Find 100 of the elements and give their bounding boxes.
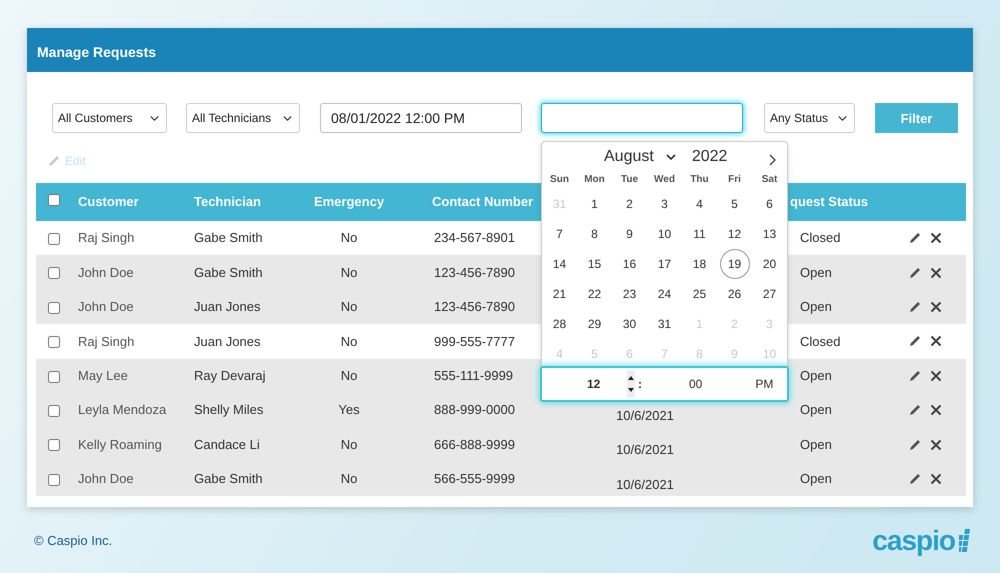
pencil-icon[interactable]: [908, 266, 922, 280]
calendar-day[interactable]: 29: [580, 309, 610, 339]
table-cell: Juan Jones: [194, 334, 260, 349]
select-all-checkbox[interactable]: [48, 194, 60, 206]
column-header: quest Status: [790, 194, 868, 210]
close-icon[interactable]: [930, 335, 942, 348]
weekday-label: Sun: [549, 173, 570, 187]
calendar-day[interactable]: 6: [754, 189, 784, 219]
pencil-icon[interactable]: [908, 368, 922, 383]
weekday-label: Tue: [620, 173, 640, 187]
calendar-day[interactable]: 13: [754, 219, 784, 249]
calendar-day[interactable]: 11: [684, 219, 714, 249]
calendar-day[interactable]: 27: [754, 279, 784, 309]
table-cell: Open: [800, 264, 832, 280]
minute-field[interactable]: 00: [689, 375, 702, 393]
calendar-day[interactable]: 20: [754, 249, 784, 279]
time-separator: :: [638, 376, 642, 393]
caret-icon[interactable]: [666, 153, 676, 161]
calendar-day[interactable]: 18: [684, 249, 714, 279]
pencil-icon[interactable]: [908, 334, 922, 348]
pencil-icon[interactable]: [908, 231, 922, 246]
table-cell: Open: [800, 436, 832, 452]
spinner-icon[interactable]: [627, 370, 635, 398]
technician-select[interactable]: All Technicians: [186, 103, 300, 133]
close-icon[interactable]: [930, 404, 942, 416]
table-cell: Gabe Smith: [194, 264, 263, 280]
copyright-text: © Caspio Inc.: [34, 532, 112, 550]
status-select[interactable]: Any Status: [764, 103, 855, 133]
card-title: Manage Requests: [27, 28, 973, 72]
table-cell: Open: [800, 471, 832, 486]
calendar-day[interactable]: 26: [720, 279, 750, 309]
calendar-day[interactable]: 17: [650, 249, 680, 279]
table-cell: 234-567-8901: [434, 230, 515, 246]
calendar-day[interactable]: 28: [544, 309, 574, 339]
table-cell: 666-888-9999: [434, 436, 515, 452]
column-header: Emergency: [314, 194, 384, 210]
table-cell: May Lee: [78, 368, 128, 383]
row-checkbox[interactable]: [48, 267, 60, 280]
calendar-day[interactable]: 16: [614, 249, 644, 279]
calendar-day[interactable]: 14: [544, 249, 574, 279]
close-icon[interactable]: [930, 300, 942, 313]
row-checkbox[interactable]: [48, 439, 60, 452]
row-checkbox[interactable]: [48, 370, 60, 383]
table-cell: 10/6/2021: [616, 476, 674, 492]
calendar-day[interactable]: 2: [614, 189, 644, 219]
row-checkbox[interactable]: [48, 233, 60, 245]
table-cell: 555-111-9999: [434, 368, 514, 383]
year-label: 2022: [692, 147, 728, 167]
calendar-day[interactable]: 8: [580, 219, 610, 249]
calendar-day[interactable]: 4: [684, 189, 714, 219]
calendar-day[interactable]: 21: [544, 279, 574, 309]
row-checkbox[interactable]: [48, 404, 60, 417]
calendar-day[interactable]: 25: [684, 279, 714, 309]
end-date-field[interactable]: [541, 103, 743, 133]
next-month-icon[interactable]: [769, 154, 777, 166]
row-checkbox[interactable]: [48, 302, 60, 314]
hour-field[interactable]: 12: [587, 375, 627, 393]
logo-icon: [959, 529, 973, 553]
table-cell: Kelly Roaming: [78, 436, 162, 452]
calendar-day[interactable]: 10: [650, 219, 680, 249]
calendar-day[interactable]: 19: [720, 249, 750, 279]
table-cell: John Doe: [78, 471, 134, 486]
row-checkbox[interactable]: [48, 336, 60, 348]
table-cell: Open: [800, 299, 832, 314]
start-date-field[interactable]: 08/01/2022 12:00 PM: [320, 103, 522, 133]
row-checkbox[interactable]: [48, 474, 60, 486]
close-icon[interactable]: [930, 266, 942, 279]
calendar-day[interactable]: 3: [650, 189, 680, 219]
calendar-day[interactable]: 12: [720, 219, 750, 249]
calendar-day[interactable]: 7: [544, 219, 574, 249]
close-icon[interactable]: [930, 438, 942, 451]
calendar-day[interactable]: 1: [580, 189, 610, 219]
close-icon[interactable]: [930, 232, 942, 244]
calendar-day[interactable]: 9: [614, 219, 644, 249]
table-cell: 123-456-7890: [434, 264, 515, 280]
close-icon[interactable]: [930, 370, 942, 382]
table-cell: Closed: [800, 334, 840, 349]
customer-select[interactable]: All Customers: [52, 103, 167, 133]
period-field[interactable]: PM: [755, 375, 774, 393]
pencil-icon[interactable]: [908, 472, 922, 486]
calendar-day[interactable]: 24: [650, 279, 680, 309]
weekday-label: Thu: [689, 173, 710, 187]
calendar-day[interactable]: 22: [580, 279, 610, 309]
table-cell: No: [340, 334, 358, 349]
pencil-icon[interactable]: [908, 300, 922, 314]
calendar-day[interactable]: 5: [720, 189, 750, 219]
time-picker[interactable]: 12 : 00 PM: [540, 366, 789, 402]
calendar-day[interactable]: 31: [650, 309, 680, 339]
close-icon[interactable]: [930, 472, 942, 485]
table-cell: 10/6/2021: [616, 442, 674, 458]
calendar-day[interactable]: 15: [580, 249, 610, 279]
pencil-icon[interactable]: [908, 438, 922, 452]
table-cell: No: [340, 368, 358, 383]
pencil-icon[interactable]: [908, 403, 922, 418]
calendar-day[interactable]: 23: [614, 279, 644, 309]
table-cell: 566-555-9999: [434, 471, 515, 486]
calendar-day[interactable]: 30: [614, 309, 644, 339]
month-select[interactable]: August: [604, 145, 654, 169]
logo-text: caspio: [872, 527, 955, 555]
table-cell: Shelly Miles: [194, 402, 264, 418]
